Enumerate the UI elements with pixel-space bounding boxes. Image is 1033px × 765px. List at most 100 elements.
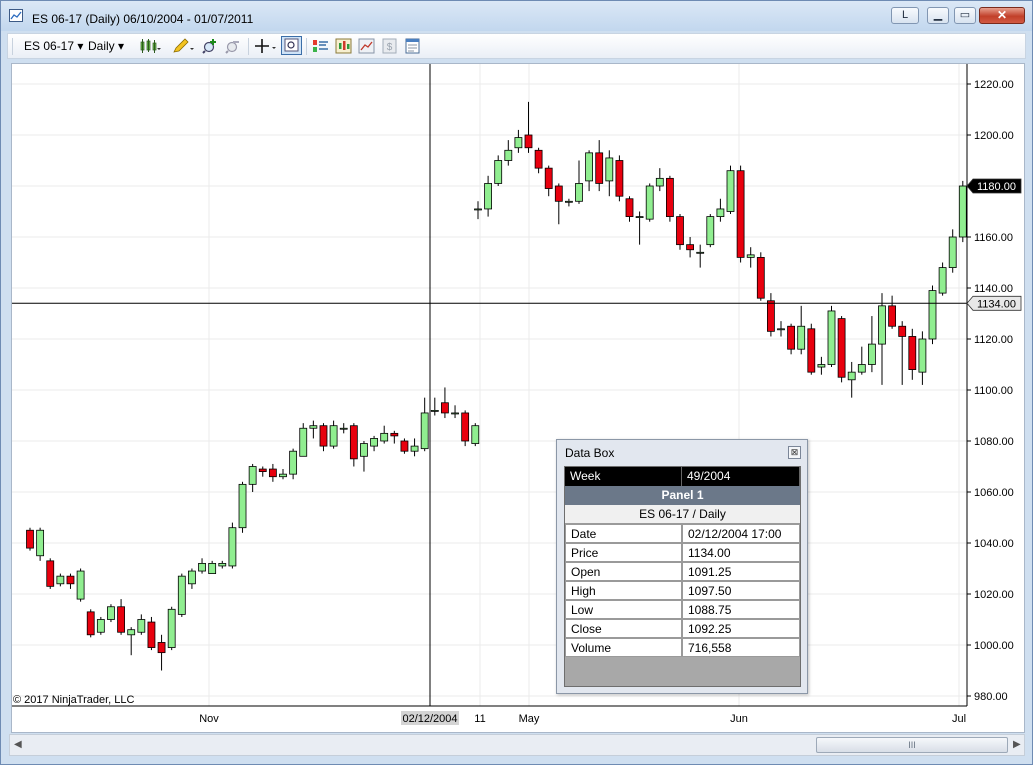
chevron-down-icon: ▾ bbox=[77, 39, 84, 53]
close-button[interactable]: ✕ bbox=[979, 7, 1025, 24]
price-tick-label: 1100.00 bbox=[974, 385, 1013, 397]
chart-app-icon bbox=[9, 9, 23, 22]
link-button[interactable]: L bbox=[891, 7, 919, 24]
candle-body bbox=[349, 425, 358, 460]
week-label: Week bbox=[565, 467, 682, 486]
panel-header: Panel 1 bbox=[565, 486, 800, 505]
crosshair-price-badge-label: 1134.00 bbox=[977, 298, 1016, 310]
week-row: Week 49/2004 bbox=[565, 467, 800, 486]
candle-body bbox=[585, 152, 593, 182]
row-value: 1097.50 bbox=[682, 581, 800, 600]
time-tick-label: May bbox=[519, 713, 540, 725]
price-axis: 1220.00 1200.00 1180.00 1160.00 1140.00 1120.… bbox=[12, 64, 1022, 707]
candle-body bbox=[716, 208, 725, 217]
maximize-button[interactable]: ▭ bbox=[954, 7, 976, 24]
candle-body bbox=[605, 157, 614, 182]
candle-body bbox=[948, 236, 957, 269]
scroll-left-icon[interactable]: ◀ bbox=[14, 739, 22, 750]
row-label: High bbox=[565, 581, 682, 600]
candle-body bbox=[938, 267, 947, 294]
strategies-icon[interactable] bbox=[335, 38, 352, 54]
drawing-tools-icon[interactable] bbox=[172, 38, 194, 54]
candle-body bbox=[76, 570, 85, 600]
candle-body bbox=[676, 216, 684, 246]
price-tick-label: 1160.00 bbox=[974, 232, 1013, 244]
candle-body bbox=[218, 562, 227, 567]
candle-body bbox=[534, 149, 543, 169]
row-label: Close bbox=[565, 619, 682, 638]
data-row-close: Close 1092.25 bbox=[565, 619, 800, 638]
title-bar[interactable]: ES 06-17 (Daily) 06/10/2004 - 01/07/2011… bbox=[1, 1, 1032, 31]
candle-body bbox=[655, 177, 664, 187]
candle-body bbox=[268, 468, 277, 478]
data-box-icon[interactable] bbox=[281, 36, 302, 55]
candle-body bbox=[494, 160, 503, 184]
candle-body bbox=[878, 305, 886, 345]
candle-body bbox=[390, 432, 399, 437]
candle-body bbox=[706, 216, 715, 246]
candle-body bbox=[279, 473, 287, 478]
zoom-in-icon[interactable] bbox=[202, 38, 219, 54]
candle-body bbox=[474, 208, 482, 211]
grid-lines bbox=[12, 64, 967, 706]
crosshair-icon[interactable] bbox=[254, 38, 278, 54]
time-tick-label: Nov bbox=[199, 713, 219, 725]
row-value: 1134.00 bbox=[682, 543, 800, 562]
time-axis: Nov 02/12/2004 11 May Jun Jul bbox=[199, 711, 966, 725]
properties-icon[interactable] bbox=[404, 38, 421, 54]
row-value: 716,558 bbox=[682, 638, 800, 657]
candle-body bbox=[625, 198, 634, 218]
dollar-icon[interactable]: $ bbox=[381, 38, 398, 54]
time-tick-label: Jun bbox=[730, 713, 748, 725]
candle-body bbox=[767, 300, 775, 332]
chart-panel[interactable]: 1220.00 1200.00 1180.00 1160.00 1140.00 1120.… bbox=[11, 63, 1025, 733]
candle-body bbox=[524, 134, 533, 149]
data-row-date: Date 02/12/2004 17:00 bbox=[565, 524, 800, 543]
interval-label: Daily bbox=[88, 39, 115, 53]
indicators-icon[interactable] bbox=[312, 38, 329, 54]
candle-body bbox=[595, 152, 604, 184]
candle-body bbox=[46, 560, 55, 587]
candle-body bbox=[420, 412, 429, 450]
minimize-button[interactable]: ▁ bbox=[927, 7, 949, 24]
candle-body bbox=[827, 310, 836, 365]
candle-body bbox=[686, 244, 694, 251]
candle-body bbox=[167, 608, 176, 648]
candle-body bbox=[928, 290, 937, 340]
scroll-thumb[interactable]: III bbox=[816, 737, 1008, 753]
row-label: Price bbox=[565, 543, 682, 562]
candle-body bbox=[329, 425, 338, 447]
row-label: Open bbox=[565, 562, 682, 581]
data-box-grid: Week 49/2004 Panel 1 ES 06-17 / Daily Da… bbox=[564, 466, 801, 687]
price-tick-label: 1040.00 bbox=[974, 538, 1014, 550]
instrument-selector[interactable]: ES 06-17 ▾ bbox=[24, 39, 83, 53]
last-price-badge-label: 1180.00 bbox=[977, 181, 1016, 193]
data-box-window[interactable]: Data Box ⊠ Week 49/2004 Panel 1 ES 06-17… bbox=[556, 439, 808, 694]
candle-body bbox=[248, 466, 257, 485]
price-tick-label: 1220.00 bbox=[974, 79, 1014, 91]
price-chart[interactable]: 1220.00 1200.00 1180.00 1160.00 1140.00 1120.… bbox=[12, 64, 1024, 732]
chevron-down-icon: ▾ bbox=[118, 39, 125, 53]
candle-body bbox=[736, 170, 745, 258]
scroll-right-icon[interactable]: ▶ bbox=[1013, 739, 1021, 750]
bar-style-icon[interactable] bbox=[139, 38, 161, 54]
candle-body bbox=[565, 200, 573, 203]
time-tick-label: 11 bbox=[474, 713, 485, 725]
chart-toolbar: ES 06-17 ▾ Daily ▾ $ bbox=[7, 33, 1026, 59]
candle-body bbox=[635, 216, 644, 219]
data-box-close-icon[interactable]: ⊠ bbox=[788, 446, 801, 459]
series-header: ES 06-17 / Daily bbox=[565, 505, 800, 524]
horizontal-scrollbar[interactable]: ◀ III ▶ bbox=[9, 734, 1025, 756]
instrument-label: ES 06-17 bbox=[24, 39, 75, 53]
chart-trader-icon[interactable] bbox=[358, 38, 375, 54]
price-tick-label: 1000.00 bbox=[974, 640, 1014, 652]
candle-body bbox=[888, 305, 896, 327]
candle-body bbox=[797, 325, 806, 350]
data-row-high: High 1097.50 bbox=[565, 581, 800, 600]
row-label: Volume bbox=[565, 638, 682, 657]
row-value: 1092.25 bbox=[682, 619, 800, 638]
interval-selector[interactable]: Daily ▾ bbox=[88, 39, 124, 53]
candle-body bbox=[188, 570, 196, 585]
zoom-out-icon[interactable] bbox=[225, 38, 242, 54]
candle-body bbox=[107, 606, 115, 620]
